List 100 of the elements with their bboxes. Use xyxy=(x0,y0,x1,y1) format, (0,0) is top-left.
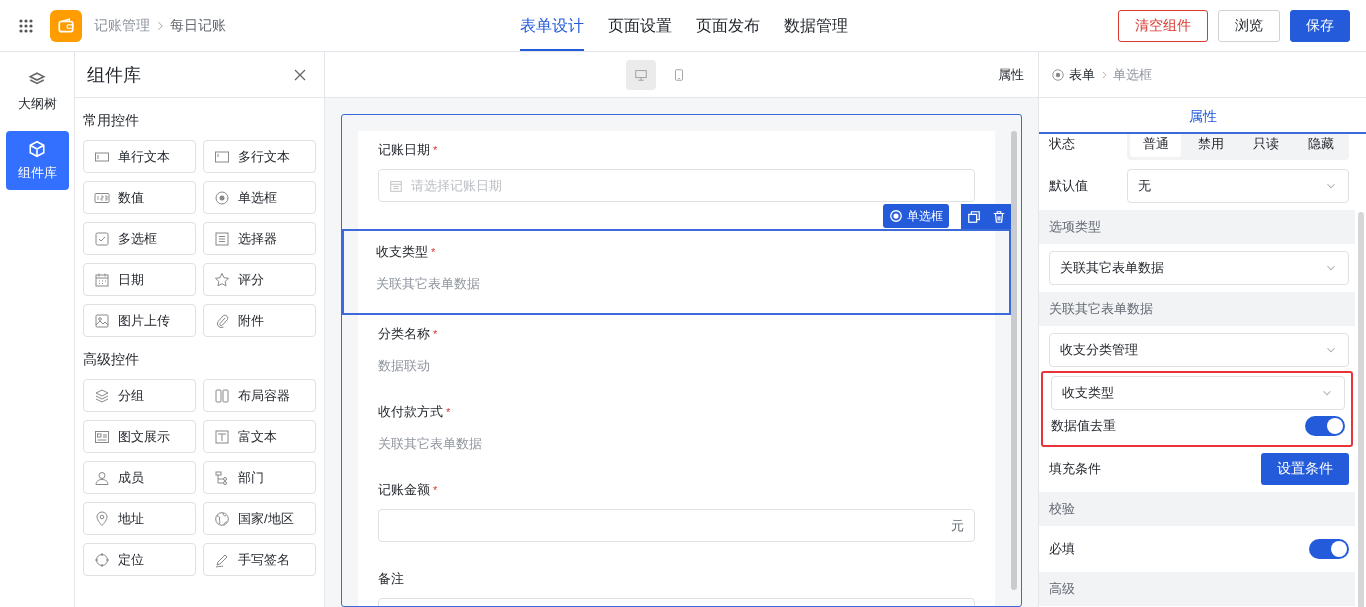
crosshair-icon xyxy=(94,551,110,568)
checkbox-icon xyxy=(94,230,110,247)
section-heading: 校验 xyxy=(1039,492,1355,526)
field-hint: 关联其它表单数据 xyxy=(376,275,481,293)
segment-option[interactable]: 隐藏 xyxy=(1295,134,1346,157)
widget-item[interactable]: 国家/地区 xyxy=(203,502,316,535)
widget-item[interactable]: 日期 xyxy=(83,263,196,296)
cube-icon xyxy=(28,139,46,158)
selected-field[interactable]: 收支类型 * 关联其它表单数据 xyxy=(342,229,1011,315)
widget-item[interactable]: 附件 xyxy=(203,304,316,337)
trash-icon[interactable] xyxy=(991,209,1006,224)
group-heading: 常用控件 xyxy=(83,112,140,130)
widget-item[interactable]: 评分 xyxy=(203,263,316,296)
rail-item[interactable]: 组件库 xyxy=(5,131,69,190)
select-field[interactable]: 无 xyxy=(1127,169,1349,203)
required-mark: * xyxy=(433,484,438,496)
widget-item[interactable]: 地址 xyxy=(83,502,196,535)
layers-icon xyxy=(94,387,110,404)
device-toggle[interactable] xyxy=(626,59,656,90)
card-icon xyxy=(94,428,110,445)
set-conditions-button[interactable]: 设置条件 xyxy=(1261,453,1349,485)
field-label: 备注 xyxy=(378,570,405,588)
widget-item[interactable]: 成员 xyxy=(83,461,196,494)
breadcrumb-item[interactable]: 表单 xyxy=(1069,65,1095,84)
save-button[interactable]: 保存 xyxy=(1290,9,1350,42)
panel-title: 组件库 xyxy=(87,63,141,87)
select-field[interactable]: 收支类型 xyxy=(1051,376,1345,410)
textarea-icon xyxy=(214,148,230,165)
widget-item[interactable]: 多行文本 xyxy=(203,140,316,173)
form-field[interactable]: 分类名称 * 数据联动 xyxy=(358,315,995,393)
map-pin-icon xyxy=(94,510,110,527)
widget-item[interactable]: 定位 xyxy=(83,543,196,576)
segment-option[interactable]: 只读 xyxy=(1240,134,1291,157)
segment-option[interactable]: 普通 xyxy=(1130,134,1181,157)
form-field[interactable]: 记账金额 * 元 xyxy=(358,471,995,560)
property-label: 填充条件 xyxy=(1049,460,1101,478)
field-label: 收付款方式 * xyxy=(378,403,452,421)
nav-tab[interactable]: 数据管理 xyxy=(784,0,848,51)
widget-item[interactable]: 布局容器 xyxy=(203,379,316,412)
form-field[interactable]: 收付款方式 * 关联其它表单数据 xyxy=(358,393,995,471)
property-label: 默认值 xyxy=(1049,177,1089,195)
user-icon xyxy=(94,469,110,486)
widget-item[interactable]: 多选框 xyxy=(83,222,196,255)
widget-item[interactable]: 图文展示 xyxy=(83,420,196,453)
preview-button[interactable]: 浏览 xyxy=(1218,9,1280,42)
required-mark: * xyxy=(433,144,438,156)
form-field[interactable]: 备注 xyxy=(358,560,995,606)
widget-item[interactable]: 分组 xyxy=(83,379,196,412)
wallet-icon xyxy=(57,16,75,35)
widget-item[interactable]: 部门 xyxy=(203,461,316,494)
widget-item[interactable]: 选择器 xyxy=(203,222,316,255)
monitor-icon xyxy=(634,67,648,82)
columns-icon xyxy=(214,387,230,404)
apps-icon[interactable] xyxy=(18,17,34,34)
paperclip-icon xyxy=(214,312,230,329)
radio-icon xyxy=(214,189,230,206)
toggle-switch[interactable] xyxy=(1305,416,1345,436)
field-label: 记账金额 * xyxy=(378,481,439,499)
select-field[interactable]: 收支分类管理 xyxy=(1049,333,1349,367)
required-mark: * xyxy=(433,328,438,340)
widget-item[interactable]: 单选框 xyxy=(203,181,316,214)
required-mark: * xyxy=(446,406,451,418)
field-label: 记账日期 * xyxy=(378,141,439,159)
field-label: 分类名称 * xyxy=(378,325,439,343)
form-field[interactable]: 记账日期 * 请选择记账日期 xyxy=(358,131,995,204)
widget-item[interactable]: 数值 xyxy=(83,181,196,214)
select-field[interactable]: 关联其它表单数据 xyxy=(1049,251,1349,285)
image-icon xyxy=(94,312,110,329)
property-label: 数据值去重 xyxy=(1051,417,1116,435)
amount-field[interactable]: 元 xyxy=(378,509,975,542)
calendar-icon xyxy=(94,271,110,288)
text-icon xyxy=(214,428,230,445)
clear-button[interactable]: 清空组件 xyxy=(1118,9,1208,42)
nav-tab[interactable]: 页面设置 xyxy=(608,0,672,51)
widget-item[interactable]: 手写签名 xyxy=(203,543,316,576)
widget-item[interactable]: 单行文本 xyxy=(83,140,196,173)
copy-icon[interactable] xyxy=(966,209,981,224)
component-badge: 单选框 xyxy=(883,204,949,228)
widget-item[interactable]: 图片上传 xyxy=(83,304,196,337)
rail-item[interactable]: 大纲树 xyxy=(5,62,69,121)
toggle-switch[interactable] xyxy=(1309,539,1349,559)
section-heading: 选项类型 xyxy=(1039,210,1355,244)
field-hint: 数据联动 xyxy=(378,357,431,375)
chevron-right-icon xyxy=(1099,69,1109,80)
widget-item[interactable]: 富文本 xyxy=(203,420,316,453)
panel-label: 属性 xyxy=(998,65,1024,84)
group-heading: 高级控件 xyxy=(83,351,140,369)
field-hint: 关联其它表单数据 xyxy=(378,435,483,453)
list-icon xyxy=(214,230,230,247)
phone-icon xyxy=(672,67,686,82)
breadcrumb-item[interactable]: 每日记账 xyxy=(170,16,226,35)
segment-option[interactable]: 禁用 xyxy=(1185,134,1236,157)
field-label: 收支类型 * xyxy=(376,243,437,261)
section-heading: 高级 xyxy=(1039,572,1355,606)
property-label: 必填 xyxy=(1049,540,1075,558)
nav-tab[interactable]: 页面发布 xyxy=(696,0,760,51)
radio-icon xyxy=(889,209,903,223)
section-heading: 关联其它表单数据 xyxy=(1039,292,1355,326)
star-icon xyxy=(214,271,230,288)
radio-icon xyxy=(1051,67,1065,82)
